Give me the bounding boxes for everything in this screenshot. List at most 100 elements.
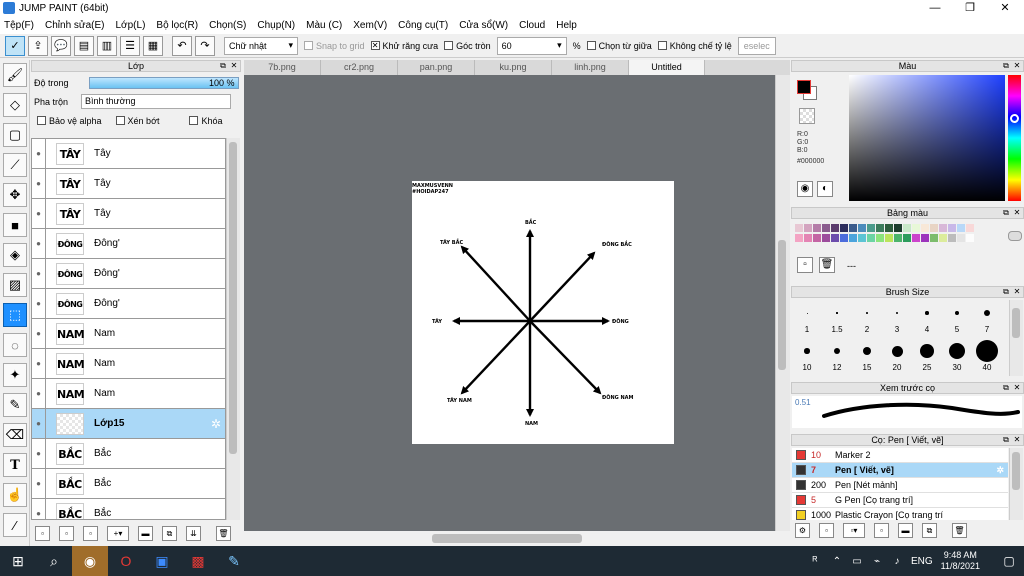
- new-palette-icon[interactable]: ▫: [797, 257, 813, 273]
- saturation-value-picker[interactable]: [849, 75, 1005, 201]
- no-ratio-checkbox[interactable]: Không chế tỷ lệ: [657, 41, 732, 51]
- visibility-icon[interactable]: ●: [32, 408, 46, 439]
- palette-swatch[interactable]: [894, 234, 902, 242]
- palette-add-icon[interactable]: ◐: [817, 181, 833, 197]
- clip-checkbox[interactable]: Xén bớt: [115, 116, 159, 126]
- layer-scroll-thumb[interactable]: [229, 142, 237, 454]
- menu-color[interactable]: Màu (C): [306, 20, 342, 31]
- close-button[interactable]: ✕: [988, 0, 1022, 16]
- list-icon[interactable]: ☰: [120, 35, 140, 56]
- brush-size-option[interactable]: 3: [882, 301, 912, 334]
- bucket-tool-icon[interactable]: ◈: [3, 243, 27, 267]
- menu-select[interactable]: Chọn(S): [209, 20, 246, 31]
- palette-swatch[interactable]: [813, 234, 821, 242]
- brush-menu-icon[interactable]: ▫▾: [843, 523, 865, 538]
- brush-list-scrollbar[interactable]: [1009, 448, 1023, 520]
- rect-tool-icon[interactable]: ▢: [3, 123, 27, 147]
- palette-swatch[interactable]: [822, 234, 830, 242]
- menu-file[interactable]: Tệp(F): [4, 20, 34, 31]
- palette-swatch[interactable]: [849, 234, 857, 242]
- float-icon[interactable]: ⧉: [218, 61, 228, 71]
- palette-swatch[interactable]: [867, 234, 875, 242]
- palette-row-2[interactable]: [795, 234, 1005, 243]
- layer-row[interactable]: ● Lớp15 ✲: [32, 408, 225, 439]
- layer-row[interactable]: ● ĐÔNG Đông': [32, 288, 225, 319]
- people-icon[interactable]: ᴿ: [803, 546, 827, 576]
- layer-row[interactable]: ● ĐÔNG Đông': [32, 228, 225, 259]
- layer-row[interactable]: ● BẮC Bắc: [32, 498, 225, 519]
- layer-row[interactable]: ● NAM Nam: [32, 348, 225, 379]
- magic-wand-tool-icon[interactable]: ✦: [3, 363, 27, 387]
- brush-item[interactable]: 200 Pen [Nét mảnh]: [792, 478, 1008, 493]
- lock-checkbox[interactable]: Khóa: [189, 116, 223, 126]
- menu-filter[interactable]: Bộ lọc(R): [156, 20, 198, 31]
- palette-swatch[interactable]: [903, 234, 911, 242]
- visibility-icon[interactable]: ●: [32, 438, 46, 469]
- brush-size-scrollbar[interactable]: [1009, 300, 1023, 376]
- float-icon[interactable]: ⧉: [1001, 287, 1011, 297]
- visibility-icon[interactable]: ●: [32, 348, 46, 379]
- palette-swatch[interactable]: [948, 224, 956, 232]
- snap-grid-checkbox[interactable]: Snap to grid: [304, 41, 365, 51]
- palette-swatch[interactable]: [804, 234, 812, 242]
- brush-size-option[interactable]: 15: [852, 339, 882, 372]
- select-eraser-tool-icon[interactable]: ⌫: [3, 423, 27, 447]
- palette-swatch[interactable]: [795, 234, 803, 242]
- float-icon[interactable]: ⧉: [1001, 435, 1011, 445]
- new-layer-icon[interactable]: ▫: [35, 525, 50, 541]
- brush-size-option[interactable]: 10: [792, 339, 822, 372]
- start-icon[interactable]: ⊞: [0, 546, 36, 576]
- text-tool-icon[interactable]: T: [3, 453, 27, 477]
- visibility-icon[interactable]: ●: [32, 378, 46, 409]
- shape-select[interactable]: Chữ nhật ▾: [224, 36, 298, 55]
- doc-icon[interactable]: ▥: [97, 35, 117, 56]
- brush-duplicate-icon[interactable]: ⧉: [922, 523, 937, 538]
- transparent-color[interactable]: [799, 108, 815, 124]
- palette-swatch[interactable]: [849, 224, 857, 232]
- chrome-icon[interactable]: ◉: [72, 546, 108, 576]
- delete-palette-icon[interactable]: 🗑: [819, 257, 835, 273]
- network-icon[interactable]: ⌁: [867, 546, 887, 576]
- palette-swatch[interactable]: [804, 224, 812, 232]
- round-value-input[interactable]: 60 ▾: [496, 36, 567, 55]
- language-indicator[interactable]: ENG: [911, 556, 933, 567]
- line-tool-icon[interactable]: ⟋: [3, 153, 27, 177]
- palette-swatch[interactable]: [957, 234, 965, 242]
- palette-swatch[interactable]: [813, 224, 821, 232]
- palette-row-1[interactable]: [795, 224, 1005, 233]
- close-icon[interactable]: ✕: [1012, 61, 1022, 71]
- search-icon[interactable]: ⌕: [36, 546, 72, 576]
- brush-size-option[interactable]: 2: [852, 301, 882, 334]
- move-tool-icon[interactable]: ✥: [3, 183, 27, 207]
- brush-size-option[interactable]: 40: [972, 339, 1002, 372]
- select-center-checkbox[interactable]: Chọn từ giữa: [586, 41, 652, 51]
- layer-row[interactable]: ● BẮC Bắc: [32, 438, 225, 469]
- close-icon[interactable]: ✕: [1012, 287, 1022, 297]
- brush-size-option[interactable]: 30: [942, 339, 972, 372]
- trash-icon[interactable]: 🗑: [216, 525, 231, 541]
- clock[interactable]: 9:48 AM 11/8/2021: [941, 550, 980, 572]
- palette-swatch[interactable]: [912, 224, 920, 232]
- palette-swatch[interactable]: [795, 224, 803, 232]
- layer-row[interactable]: ● BẮC Bắc: [32, 468, 225, 499]
- layer-row[interactable]: ● NAM Nam: [32, 378, 225, 409]
- deselect-button[interactable]: eselec: [737, 36, 776, 55]
- select-pen-tool-icon[interactable]: ✎: [3, 393, 27, 417]
- redo-icon[interactable]: ↷: [195, 35, 215, 56]
- brush-size-option[interactable]: 1.5: [822, 301, 852, 334]
- brush-size-option[interactable]: 1: [792, 301, 822, 334]
- opacity-slider[interactable]: 100 %: [88, 76, 239, 89]
- brush-folder-icon[interactable]: ▬: [898, 523, 913, 538]
- brush-size-option[interactable]: 20: [882, 339, 912, 372]
- layer-row[interactable]: ● TÂY Tây: [32, 168, 225, 199]
- tab-untitled[interactable]: Untitled: [629, 60, 705, 75]
- visibility-icon[interactable]: ●: [32, 228, 46, 259]
- duplicate-icon[interactable]: ⧉: [162, 525, 177, 541]
- palette-swatch[interactable]: [921, 224, 929, 232]
- palette-swatch[interactable]: [867, 224, 875, 232]
- import-layer-icon[interactable]: ▫: [83, 525, 98, 541]
- new-brush-icon[interactable]: ▫: [819, 523, 834, 538]
- visibility-icon[interactable]: ●: [32, 258, 46, 289]
- visibility-icon[interactable]: ●: [32, 468, 46, 499]
- palette-swatch[interactable]: [921, 234, 929, 242]
